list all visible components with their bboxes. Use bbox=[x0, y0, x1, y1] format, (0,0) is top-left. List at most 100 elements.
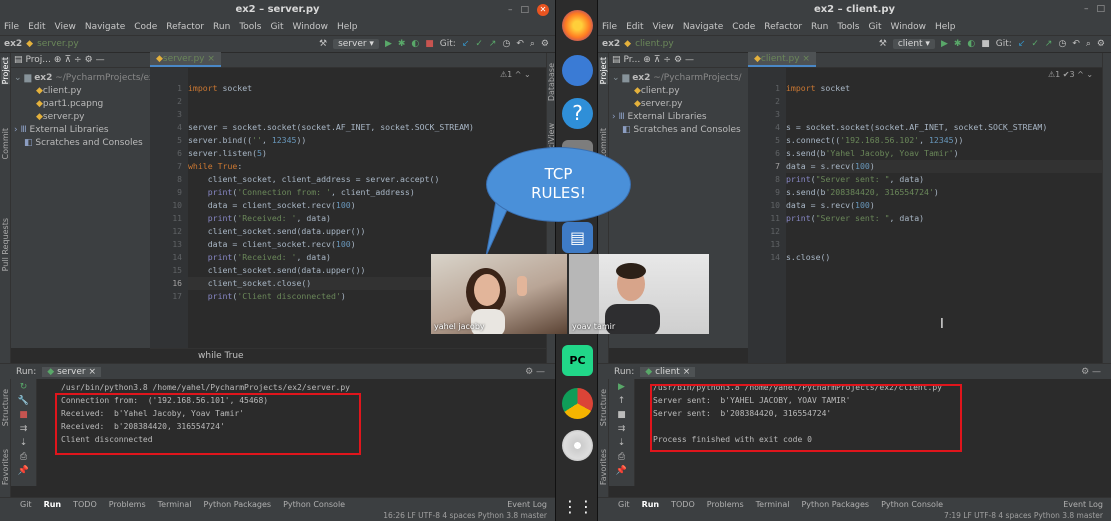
problems-tab[interactable]: Problems bbox=[707, 500, 744, 509]
stop-icon[interactable]: ■ bbox=[981, 39, 990, 49]
git-tab[interactable]: Git bbox=[618, 500, 630, 509]
menu-code[interactable]: Code bbox=[134, 20, 157, 35]
menu-window[interactable]: Window bbox=[293, 20, 329, 35]
help-icon[interactable]: ? bbox=[562, 98, 593, 129]
code-line[interactable]: s.send(b'208384420, 316554724') bbox=[786, 186, 1102, 199]
tree-item-ex2[interactable]: ⌄ ▆ ex2 ~/PycharmProjects/ex bbox=[11, 72, 150, 85]
undo-icon[interactable]: ↶ bbox=[516, 39, 524, 49]
event-log-tab[interactable]: Event Log bbox=[507, 500, 555, 509]
structure-tool-tab[interactable]: Structure bbox=[1, 389, 10, 426]
menu-help[interactable]: Help bbox=[935, 20, 956, 35]
up-icon[interactable]: ↑ bbox=[618, 396, 626, 406]
git-push-icon[interactable]: ↗ bbox=[1045, 39, 1053, 49]
print-icon[interactable]: ⎙ bbox=[20, 452, 27, 462]
structure-tool-tab[interactable]: Structure bbox=[599, 389, 608, 426]
close-button[interactable]: ✕ bbox=[537, 4, 549, 16]
menu-file[interactable]: File bbox=[4, 20, 19, 35]
project-panel-title[interactable]: Proj... bbox=[26, 55, 51, 65]
code-line[interactable]: server.listen(5) bbox=[188, 147, 546, 160]
event-log-tab[interactable]: Event Log bbox=[1063, 500, 1111, 509]
apps-grid-icon[interactable]: ⋮⋮ bbox=[562, 498, 594, 518]
pycharm-icon[interactable]: PC bbox=[562, 345, 593, 376]
run-config-select[interactable]: server ▾ bbox=[333, 39, 379, 49]
locate-icon[interactable]: ⊕ bbox=[54, 55, 62, 65]
stop-icon[interactable]: ■ bbox=[425, 39, 434, 49]
python-console-tab[interactable]: Python Console bbox=[881, 500, 943, 509]
wrench-icon[interactable]: 🔧 bbox=[18, 396, 29, 406]
tree-item-server[interactable]: ◆server.py bbox=[609, 98, 748, 111]
inspection-widget[interactable]: ⚠1 ^ ⌄ bbox=[500, 70, 531, 79]
minimize-button[interactable]: – bbox=[508, 5, 513, 15]
tree-item-ex2[interactable]: ⌄ ▆ ex2 ~/PycharmProjects/ bbox=[609, 72, 748, 85]
run-tab[interactable]: Run bbox=[642, 500, 660, 509]
menu-run[interactable]: Run bbox=[811, 20, 828, 35]
menu-tools[interactable]: Tools bbox=[239, 20, 261, 35]
menu-git[interactable]: Git bbox=[270, 20, 283, 35]
git-update-icon[interactable]: ↙ bbox=[1018, 39, 1026, 49]
pin-icon[interactable]: 📌 bbox=[18, 466, 29, 476]
history-icon[interactable]: ◷ bbox=[502, 39, 510, 49]
code-line[interactable] bbox=[786, 238, 1102, 251]
commit-tool-tab[interactable]: Commit bbox=[1, 128, 10, 159]
project-tool-tab[interactable]: Project bbox=[599, 57, 608, 85]
chrome-icon[interactable] bbox=[562, 388, 593, 419]
run-tab[interactable]: Run bbox=[44, 500, 62, 509]
debug-icon[interactable]: ✱ bbox=[398, 39, 406, 49]
code-line[interactable] bbox=[786, 95, 1102, 108]
minimize-button[interactable]: – bbox=[1084, 4, 1089, 14]
scroll-end-icon[interactable]: ⇣ bbox=[618, 438, 626, 448]
coverage-icon[interactable]: ◐ bbox=[411, 39, 419, 49]
code-line[interactable]: print("Server sent: ", data) bbox=[786, 173, 1102, 186]
tree-item-client[interactable]: ◆client.py bbox=[609, 85, 748, 98]
code-line[interactable] bbox=[786, 225, 1102, 238]
collapse-icon[interactable]: ⊼ bbox=[64, 55, 71, 65]
database-tool-tab[interactable]: Database bbox=[547, 63, 555, 101]
menu-tools[interactable]: Tools bbox=[837, 20, 859, 35]
code-line[interactable]: data = s.recv(100) bbox=[786, 160, 1102, 173]
inspection-widget[interactable]: ⚠1 ✔3 ^ ⌄ bbox=[1048, 70, 1093, 79]
run-icon[interactable]: ▶ bbox=[941, 39, 948, 49]
print-icon[interactable]: ⎙ bbox=[618, 452, 625, 462]
code-line[interactable]: s.send(b'Yahel Jacoby, Yoav Tamir') bbox=[786, 147, 1102, 160]
project-tool-tab[interactable]: Project bbox=[1, 57, 10, 85]
code-line[interactable]: import socket bbox=[188, 82, 546, 95]
todo-tab[interactable]: TODO bbox=[73, 500, 97, 509]
gear-icon[interactable]: ⚙ — bbox=[525, 367, 555, 377]
tree-item-server[interactable]: ◆server.py bbox=[11, 111, 150, 124]
disc-icon[interactable] bbox=[562, 430, 593, 461]
editor-tab-server[interactable]: ◆server.py × bbox=[150, 52, 221, 67]
tree-item-pcap[interactable]: ◆part1.pcapng bbox=[11, 98, 150, 111]
menu-navigate[interactable]: Navigate bbox=[85, 20, 125, 35]
soft-wrap-icon[interactable]: ⇉ bbox=[20, 424, 28, 434]
gear-icon[interactable]: ⚙ bbox=[674, 55, 682, 65]
run-tab-server[interactable]: ◆ server × bbox=[42, 366, 101, 377]
tree-item-scratches[interactable]: ◧ Scratches and Consoles bbox=[11, 137, 150, 150]
menu-file[interactable]: File bbox=[602, 20, 617, 35]
rerun-icon[interactable]: ▶ bbox=[618, 382, 625, 392]
build-icon[interactable]: ⚒ bbox=[319, 39, 327, 49]
search-icon[interactable]: ⌕ bbox=[1086, 39, 1091, 49]
code-line[interactable] bbox=[786, 108, 1102, 121]
run-config-select[interactable]: client ▾ bbox=[892, 39, 935, 49]
todo-tab[interactable]: TODO bbox=[671, 500, 695, 509]
tree-item-external-libraries[interactable]: › Ⅲ External Libraries bbox=[609, 111, 748, 124]
debug-icon[interactable]: ✱ bbox=[954, 39, 962, 49]
favorites-tool-tab[interactable]: Favorites bbox=[599, 449, 608, 485]
firefox-icon[interactable] bbox=[562, 10, 593, 41]
hide-icon[interactable]: — bbox=[685, 55, 694, 65]
code-line[interactable]: s = socket.socket(socket.AF_INET, socket… bbox=[786, 121, 1102, 134]
menu-edit[interactable]: Edit bbox=[626, 20, 643, 35]
menu-navigate[interactable]: Navigate bbox=[683, 20, 723, 35]
locate-icon[interactable]: ⊕ bbox=[643, 55, 651, 65]
menu-help[interactable]: Help bbox=[337, 20, 358, 35]
rerun-icon[interactable]: ↻ bbox=[20, 382, 28, 392]
code-line[interactable] bbox=[188, 108, 546, 121]
maximize-button[interactable]: □ bbox=[520, 5, 529, 15]
tree-item-client[interactable]: ◆client.py bbox=[11, 85, 150, 98]
thunderbird-icon[interactable] bbox=[562, 55, 593, 86]
python-packages-tab[interactable]: Python Packages bbox=[801, 500, 869, 509]
docs-icon[interactable]: ▤ bbox=[562, 222, 593, 253]
expand-icon[interactable]: ÷ bbox=[74, 55, 82, 65]
menu-view[interactable]: View bbox=[55, 20, 76, 35]
run-icon[interactable]: ▶ bbox=[385, 39, 392, 49]
